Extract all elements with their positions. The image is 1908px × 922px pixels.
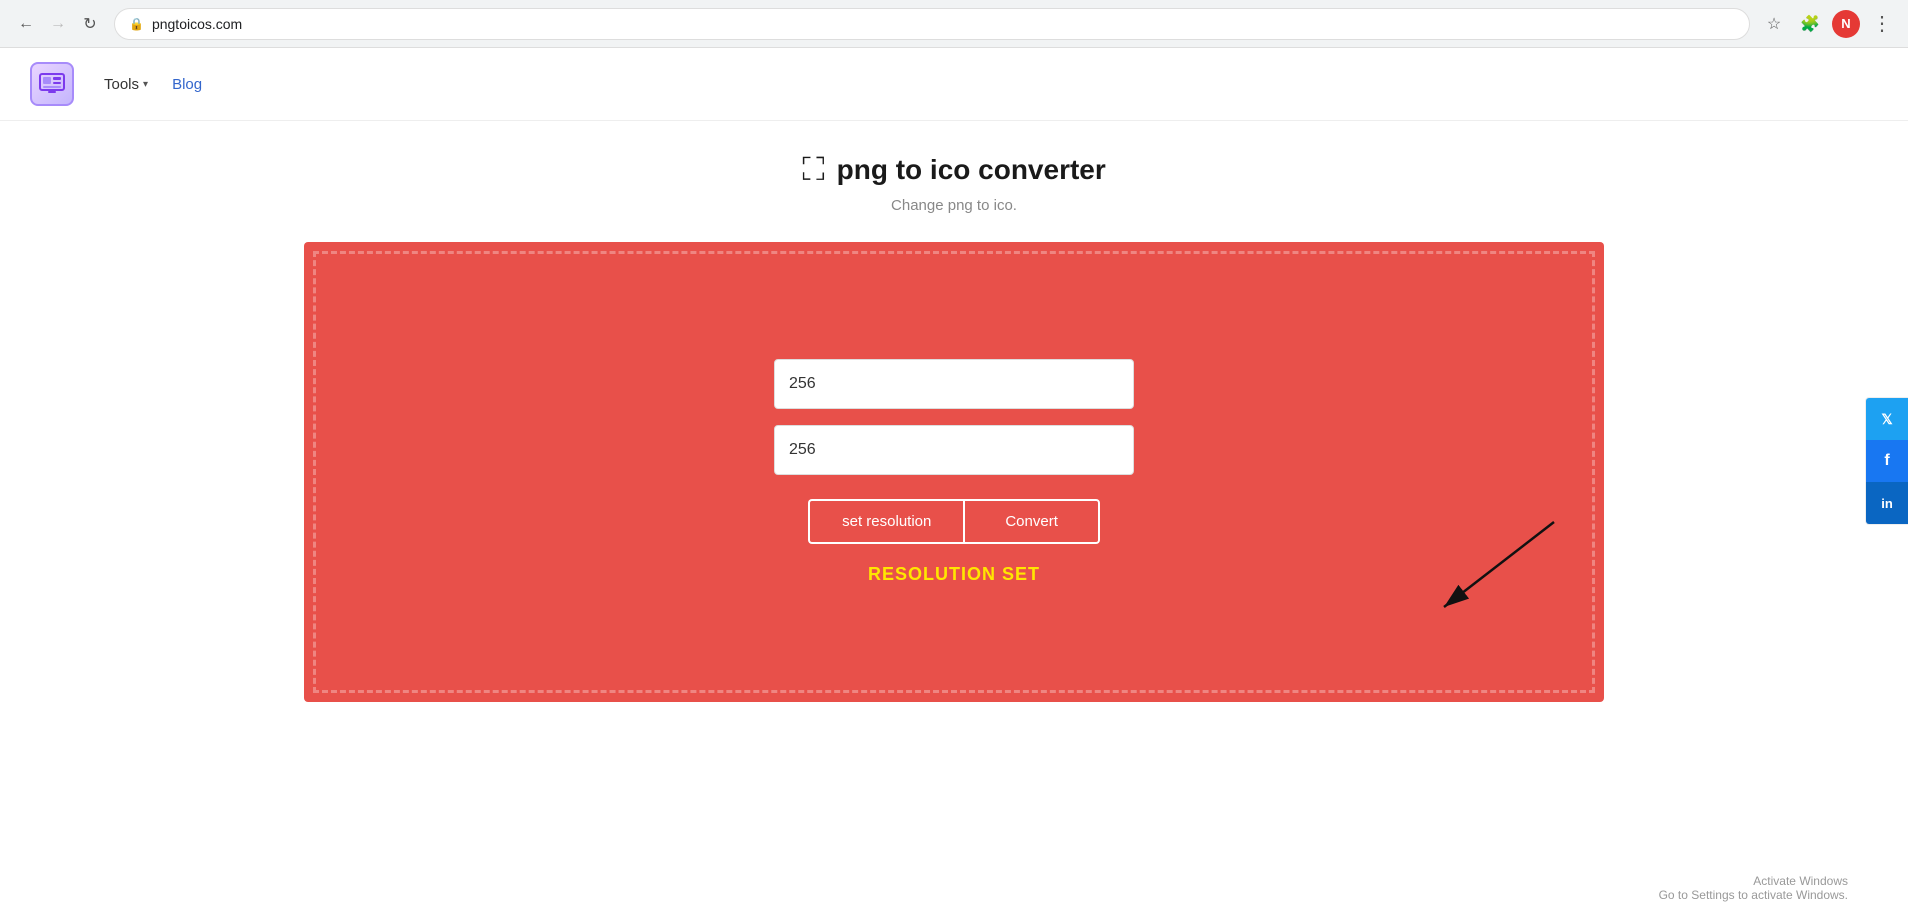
page-icon: ⛶ [802, 151, 824, 189]
twitter-button[interactable]: 𝕏 [1866, 398, 1908, 440]
page-title: png to ico converter [837, 154, 1106, 186]
website: Tools ▾ Blog ⛶ png to ico converter Chan… [0, 48, 1908, 922]
tools-label: Tools [104, 76, 139, 93]
windows-activate-line2: Go to Settings to activate Windows. [1659, 888, 1848, 902]
linkedin-icon: in [1881, 496, 1893, 511]
forward-button[interactable]: → [44, 10, 72, 38]
page-heading: ⛶ png to ico converter [802, 151, 1106, 189]
twitter-icon: 𝕏 [1881, 411, 1892, 428]
converter-area: set resolution Convert RESOLUTION SET [304, 242, 1604, 702]
linkedin-button[interactable]: in [1866, 482, 1908, 524]
site-logo[interactable] [30, 62, 74, 106]
url-text: pngtoicos.com [152, 16, 242, 32]
navbar: Tools ▾ Blog [0, 48, 1908, 121]
facebook-icon: f [1884, 452, 1889, 470]
windows-watermark: Activate Windows Go to Settings to activ… [1659, 874, 1848, 902]
arrow-annotation [1354, 512, 1574, 642]
blog-link[interactable]: Blog [172, 76, 202, 93]
back-button[interactable]: ← [12, 10, 40, 38]
width-input[interactable] [774, 359, 1134, 409]
browser-toolbar-right: ☆ 🧩 N ⋮ [1760, 10, 1896, 38]
windows-activate-line1: Activate Windows [1659, 874, 1848, 888]
reload-button[interactable]: ↻ [76, 10, 104, 38]
main-content: ⛶ png to ico converter Change png to ico… [0, 121, 1908, 702]
nav-menu: Tools ▾ Blog [104, 76, 202, 93]
page-subtitle: Change png to ico. [891, 197, 1017, 214]
height-input[interactable] [774, 425, 1134, 475]
browser-chrome: ← → ↻ 🔒 pngtoicos.com ☆ 🧩 N ⋮ [0, 0, 1908, 48]
tools-dropdown-arrow: ▾ [143, 79, 148, 90]
user-avatar[interactable]: N [1832, 10, 1860, 38]
resolution-set-text: RESOLUTION SET [868, 564, 1040, 585]
extensions-icon[interactable]: 🧩 [1796, 10, 1824, 38]
convert-button[interactable]: Convert [963, 499, 1100, 544]
browser-nav-buttons: ← → ↻ [12, 10, 104, 38]
menu-dots[interactable]: ⋮ [1868, 11, 1896, 36]
social-sidebar: 𝕏 f in [1865, 397, 1908, 525]
set-resolution-button[interactable]: set resolution [808, 499, 963, 544]
buttons-row: set resolution Convert [808, 499, 1100, 544]
lock-icon: 🔒 [129, 17, 144, 31]
address-bar[interactable]: 🔒 pngtoicos.com [114, 8, 1750, 40]
tools-menu[interactable]: Tools ▾ [104, 76, 148, 93]
star-icon[interactable]: ☆ [1760, 10, 1788, 38]
facebook-button[interactable]: f [1866, 440, 1908, 482]
